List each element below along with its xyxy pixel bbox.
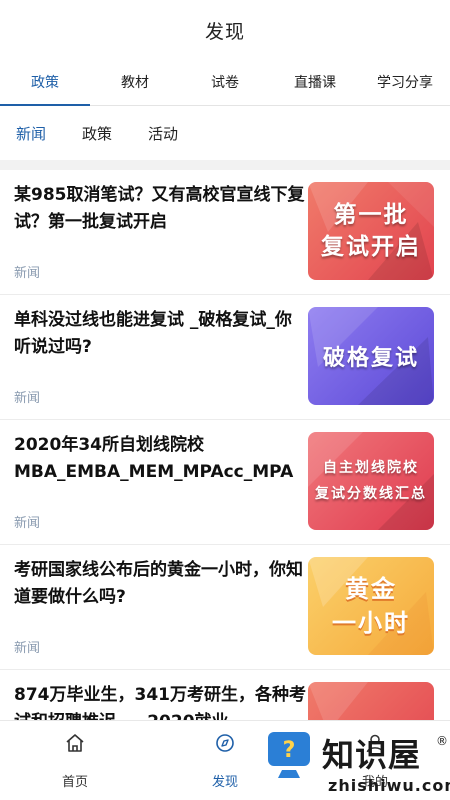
nav-label: 发现 bbox=[211, 775, 238, 790]
article-thumbnail[interactable]: 自主划线院校 复试分数线汇总 bbox=[308, 432, 434, 530]
list-item[interactable]: 考研国家线公布后的黄金一小时，你知道要做什么吗? 新闻 黄金 一小时 bbox=[0, 545, 450, 670]
article-thumbnail[interactable]: 2020 bbox=[308, 682, 434, 720]
watermark: ? 知识屋 ® zhishiwu.com bbox=[258, 724, 450, 800]
watermark-url: zhishiwu.com bbox=[328, 776, 450, 795]
watermark-registered: ® bbox=[436, 734, 448, 748]
thumbnail-pattern bbox=[308, 682, 368, 720]
nav-home[interactable]: 首页 bbox=[0, 721, 150, 800]
sub-tabs: 新闻 政策 活动 bbox=[0, 106, 450, 160]
article-title: 2020年34所自划线院校MBA_EMBA_MEM_MPAcc_MPA复试分..… bbox=[14, 435, 294, 482]
subtab-activity[interactable]: 活动 bbox=[148, 123, 178, 144]
subtab-policy[interactable]: 政策 bbox=[82, 123, 112, 144]
article-title: 单科没过线也能进复试 _破格复试_你听说过吗? bbox=[14, 310, 292, 357]
article-tag: 新闻 bbox=[14, 641, 41, 656]
thumbnail-caption: 黄金 一小时 bbox=[332, 575, 410, 637]
category-tabs: 政策 教材 试卷 直播课 学习分享 bbox=[0, 58, 450, 106]
article-thumbnail[interactable]: 破格复试 bbox=[308, 307, 434, 405]
section-divider bbox=[0, 160, 450, 170]
list-item[interactable]: 874万毕业生，341万考研生，各种考试和招聘推迟 ... 2020就业 新闻 … bbox=[0, 670, 450, 720]
tab-label: 学习分享 bbox=[377, 74, 433, 91]
tab-policy[interactable]: 政策 bbox=[0, 58, 90, 106]
article-title: 874万毕业生，341万考研生，各种考试和招聘推迟 ... 2020就业 bbox=[14, 685, 306, 720]
list-item[interactable]: 2020年34所自划线院校MBA_EMBA_MEM_MPAcc_MPA复试分..… bbox=[0, 420, 450, 545]
tab-textbook[interactable]: 教材 bbox=[90, 58, 180, 105]
nav-label: 首页 bbox=[61, 775, 88, 790]
tab-label: 试卷 bbox=[211, 74, 239, 91]
list-item[interactable]: 单科没过线也能进复试 _破格复试_你听说过吗? 新闻 破格复试 bbox=[0, 295, 450, 420]
tab-exam-paper[interactable]: 试卷 bbox=[180, 58, 270, 105]
watermark-logo-icon: ? bbox=[268, 732, 310, 778]
thumbnail-caption: 第一批 复试开启 bbox=[321, 202, 421, 260]
svg-text:?: ? bbox=[283, 738, 296, 763]
home-icon bbox=[63, 731, 87, 755]
thumbnail-caption: 破格复试 bbox=[322, 346, 419, 371]
page-title: 发现 bbox=[204, 20, 245, 43]
article-tag: 新闻 bbox=[14, 391, 41, 406]
tab-study-share[interactable]: 学习分享 bbox=[360, 58, 450, 105]
top-header: 发现 bbox=[0, 0, 450, 58]
article-list[interactable]: 某985取消笔试？又有高校官宣线下复试？第一批复试开启 新闻 第一批 复试开启 … bbox=[0, 170, 450, 720]
watermark-title: 知识屋 bbox=[322, 736, 422, 774]
article-thumbnail[interactable]: 黄金 一小时 bbox=[308, 557, 434, 655]
thumbnail-caption: 2020 bbox=[334, 717, 409, 720]
article-thumbnail[interactable]: 第一批 复试开启 bbox=[308, 182, 434, 280]
tab-label: 直播课 bbox=[294, 74, 336, 91]
article-title: 某985取消笔试？又有高校官宣线下复试？第一批复试开启 bbox=[14, 185, 305, 232]
list-item[interactable]: 某985取消笔试？又有高校官宣线下复试？第一批复试开启 新闻 第一批 复试开启 bbox=[0, 170, 450, 295]
tab-label: 政策 bbox=[31, 74, 59, 91]
subtab-news[interactable]: 新闻 bbox=[16, 123, 46, 144]
article-title: 考研国家线公布后的黄金一小时，你知道要做什么吗? bbox=[14, 560, 303, 607]
compass-icon bbox=[213, 731, 237, 755]
article-tag: 新闻 bbox=[14, 266, 41, 281]
thumbnail-caption: 自主划线院校 复试分数线汇总 bbox=[315, 460, 427, 502]
tab-label: 教材 bbox=[121, 74, 149, 91]
article-tag: 新闻 bbox=[14, 516, 41, 531]
tab-live-course[interactable]: 直播课 bbox=[270, 58, 360, 105]
